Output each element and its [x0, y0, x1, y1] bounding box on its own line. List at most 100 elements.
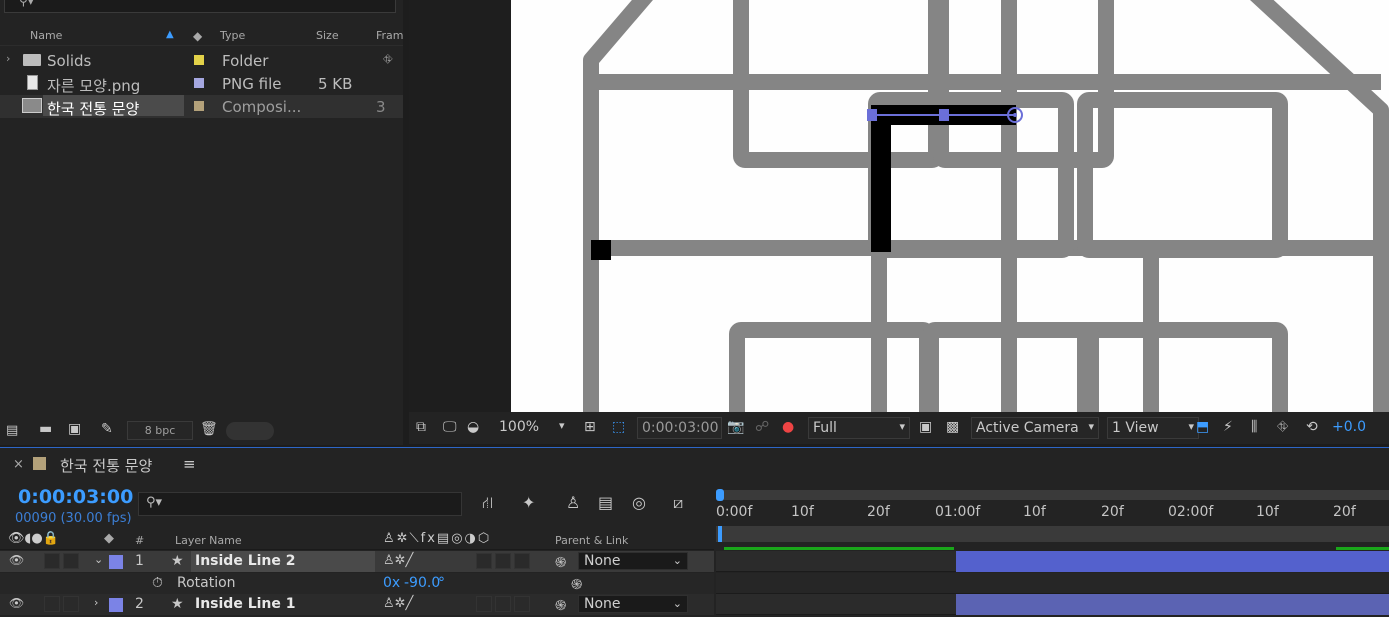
property-row-rotation[interactable]: ⏱ Rotation 0x -90.0 ° ֍	[0, 573, 714, 594]
rotation-degrees[interactable]: -90.0	[404, 575, 440, 591]
switch-box[interactable]	[476, 596, 492, 612]
layer-1-track[interactable]	[716, 551, 1389, 572]
close-icon[interactable]: ×	[13, 457, 24, 472]
label-tag-icon[interactable]: ◆	[193, 29, 202, 43]
transparency-grid-icon[interactable]: ⬚	[612, 419, 625, 435]
tick-label: 0:00f	[716, 504, 753, 520]
layer-row-2[interactable]: 👁 › 2 ★ Inside Line 1 ♙✲╱ ֍ None ⌄	[0, 594, 714, 615]
timeline-icon[interactable]: ⫼	[1251, 419, 1257, 435]
toggle-switch[interactable]	[226, 422, 274, 440]
solo-toggle[interactable]	[44, 596, 60, 612]
parent-select[interactable]: None ⌄	[578, 552, 688, 570]
zoom-select[interactable]: 100%	[499, 419, 539, 435]
new-folder-icon[interactable]: ▬	[39, 421, 52, 437]
col-frame[interactable]: Fram	[376, 29, 404, 42]
work-area-start-handle[interactable]	[716, 489, 724, 501]
switch-box[interactable]	[495, 596, 511, 612]
sort-ascending-icon[interactable]: ▲	[166, 29, 174, 40]
switch-box[interactable]	[514, 596, 530, 612]
pick-whip-icon[interactable]: ֍	[555, 596, 566, 615]
parent-select[interactable]: None ⌄	[578, 595, 688, 613]
composition-viewer[interactable]	[409, 0, 1389, 412]
toggle-transparency-icon[interactable]: ▩	[946, 419, 959, 435]
project-item-png[interactable]: 자른 모양.png PNG file 5 KB	[0, 72, 403, 95]
timeline-search-input[interactable]: ⚲▾	[138, 492, 462, 516]
exposure-value[interactable]: +0.0	[1332, 419, 1366, 435]
label-tag-icon[interactable]: ◆	[104, 531, 114, 546]
switch-box[interactable]	[476, 553, 492, 569]
always-preview-icon[interactable]: ⧉	[416, 419, 426, 435]
chevron-right-icon[interactable]: ›	[94, 596, 98, 609]
col-layer-name[interactable]: Layer Name	[175, 534, 242, 547]
mask-icon[interactable]: ◒	[467, 419, 479, 435]
frame-blending-icon[interactable]: ▤	[598, 493, 613, 512]
shy-layers-icon[interactable]: ♙	[566, 493, 580, 512]
project-item-composition[interactable]: 한국 전통 문양 Composi... 3	[0, 95, 403, 118]
stopwatch-icon[interactable]: ⏱	[152, 575, 163, 591]
layer-2-duration-bar[interactable]	[956, 594, 1389, 615]
current-time-field[interactable]: 0:00:03:00	[637, 417, 722, 439]
motion-blur-icon[interactable]: ◎	[632, 493, 646, 512]
channels-icon[interactable]: ●	[782, 419, 794, 435]
pick-whip-icon[interactable]: ֍	[555, 553, 566, 572]
layer-2-track[interactable]	[716, 594, 1389, 615]
col-size[interactable]: Size	[316, 29, 339, 42]
eye-icon[interactable]: 👁	[9, 553, 24, 567]
new-composition-icon[interactable]: ▣	[68, 421, 81, 437]
project-search-input[interactable]: ⚲▾	[4, 0, 396, 13]
flowchart-icon[interactable]: ⛗	[383, 52, 393, 67]
rotation-revolutions[interactable]: 0x	[383, 575, 400, 591]
pick-whip-icon[interactable]: ֍	[571, 575, 582, 594]
layer-name[interactable]: Inside Line 2	[195, 553, 296, 569]
layer-row-1[interactable]: 👁 ⌄ 1 ★ Inside Line 2 ♙✲╱ ֍ None ⌄	[0, 551, 714, 572]
region-of-interest-icon[interactable]: ▣	[919, 419, 932, 435]
toggle-pixel-aspect-icon[interactable]: ⬒	[1196, 419, 1209, 435]
col-type[interactable]: Type	[220, 29, 245, 42]
interpret-footage-icon[interactable]: ▤	[6, 423, 18, 438]
label-swatch[interactable]	[194, 78, 204, 88]
camera-select[interactable]: Active Camera ▾	[971, 417, 1099, 439]
graph-editor-icon[interactable]: ⧄	[673, 493, 683, 513]
flowchart-icon[interactable]: ⛗	[1277, 419, 1288, 435]
bit-depth-button[interactable]: 8 bpc	[127, 421, 193, 440]
chevron-down-icon[interactable]: ⌄	[94, 553, 103, 566]
time-ruler[interactable]: 0:00f 10f 20f 01:00f 10f 20f 02:00f 10f …	[716, 484, 1389, 554]
view-layout-select[interactable]: 1 View ▾	[1107, 417, 1199, 439]
lock-toggle[interactable]	[63, 596, 79, 612]
work-area-bar[interactable]	[716, 490, 1389, 500]
resolution-select[interactable]: Full ▾	[808, 417, 910, 439]
monitor-icon[interactable]: 🖵	[443, 419, 457, 435]
timeline-tab[interactable]: × 한국 전통 문양 ≡	[0, 448, 400, 480]
solo-toggle[interactable]	[44, 553, 60, 569]
switch-box[interactable]	[514, 553, 530, 569]
chevron-right-icon[interactable]: ›	[6, 52, 10, 65]
show-snapshot-icon[interactable]: ☍	[755, 419, 769, 435]
settings-feather-icon[interactable]: ✎	[101, 421, 113, 437]
switch-box[interactable]	[495, 553, 511, 569]
layer-name[interactable]: Inside Line 1	[195, 596, 296, 612]
label-swatch[interactable]	[194, 55, 204, 65]
trash-icon[interactable]: 🗑	[200, 421, 218, 437]
composition-mini-flowchart-icon[interactable]: ⛙	[482, 493, 493, 514]
layer-switches[interactable]: ♙✲╱	[383, 596, 413, 611]
current-timecode[interactable]: 0:00:03:00	[18, 486, 133, 508]
fast-previews-icon[interactable]: ⚡	[1223, 419, 1233, 435]
safe-area-icon[interactable]: ⊞	[584, 419, 596, 435]
col-name[interactable]: Name	[30, 29, 62, 42]
eye-icon[interactable]: 👁	[9, 596, 24, 610]
rotation-track[interactable]	[716, 573, 1389, 594]
lock-toggle[interactable]	[63, 553, 79, 569]
project-item-solids[interactable]: › Solids Folder ⛗	[0, 49, 403, 72]
layer-1-duration-bar[interactable]	[956, 551, 1389, 572]
reset-exposure-icon[interactable]: ⟲	[1306, 419, 1318, 435]
layer-label-swatch[interactable]	[109, 598, 123, 612]
playhead[interactable]	[718, 526, 722, 542]
snapshot-camera-icon[interactable]: 📷	[727, 419, 744, 435]
panel-menu-icon[interactable]: ≡	[183, 455, 196, 473]
label-swatch[interactable]	[194, 101, 204, 111]
composition-canvas[interactable]	[511, 0, 1389, 412]
chevron-down-icon[interactable]: ▾	[559, 419, 565, 432]
layer-switches[interactable]: ♙✲╱	[383, 553, 413, 568]
layer-label-swatch[interactable]	[109, 555, 123, 569]
draft-3d-icon[interactable]: ✦	[522, 493, 535, 512]
